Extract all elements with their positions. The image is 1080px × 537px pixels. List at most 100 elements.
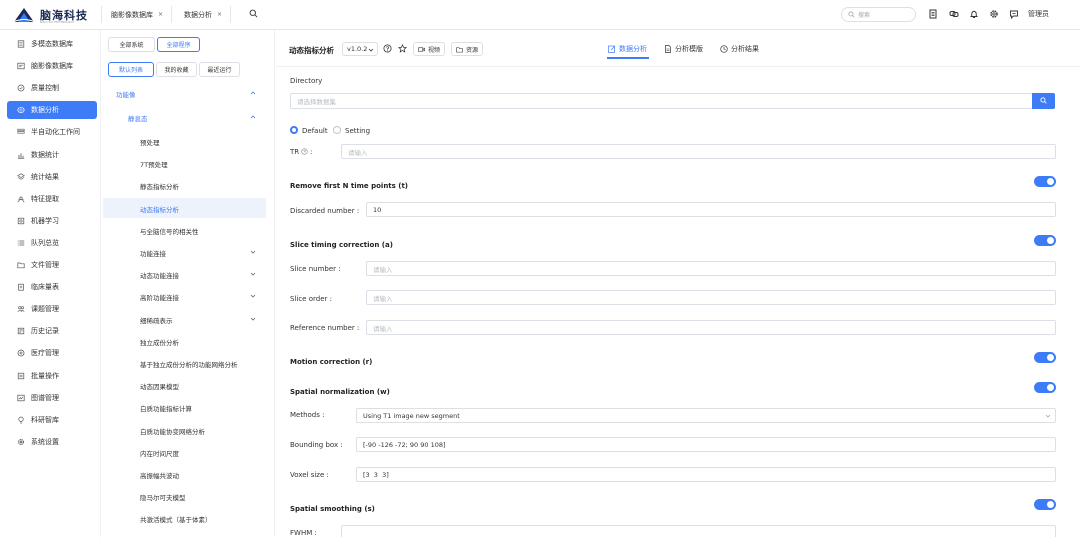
sidebar-item-6[interactable]: 统计结果 [7, 168, 97, 186]
spatial-normalization-toggle[interactable] [1034, 382, 1056, 393]
sidebar-item-4[interactable]: 半自动化工作间 [7, 123, 97, 141]
sidebar-item-0[interactable]: 多模态数据库 [7, 35, 97, 53]
top-bar: 脑海科技 NAO HAI TECHNOLOGY 脑影像数据库 × 数据分析 × … [0, 0, 1080, 30]
bulb-icon [18, 416, 24, 424]
sidebar-item-1[interactable]: 脑影像数据库 [7, 57, 97, 75]
program-item-1[interactable]: 7T预处理 [140, 159, 168, 169]
tab-analysis-template[interactable]: 分析模版 [664, 42, 703, 56]
sidebar-item-8[interactable]: 机器学习 [7, 212, 97, 230]
gear-icon[interactable] [989, 9, 999, 19]
chevron-up-icon[interactable] [250, 90, 256, 96]
edit-icon [608, 45, 616, 53]
help-icon[interactable] [383, 44, 392, 53]
search-placeholder: 搜索 [858, 12, 871, 19]
recent-runs-button[interactable]: 最近运行 [199, 62, 240, 77]
sidebar-item-17[interactable]: 科研智库 [7, 411, 97, 429]
program-item-14[interactable]: 内在时间尺度 [140, 448, 179, 458]
clinical-icon [18, 283, 24, 291]
tab-data-analysis[interactable]: 数据分析 × [184, 0, 222, 29]
user-name[interactable]: 管理员 [1028, 9, 1049, 19]
program-item-0[interactable]: 预处理 [140, 137, 160, 147]
tab-analysis-results[interactable]: 分析结果 [720, 42, 759, 56]
program-item-10[interactable]: 基于独立成份分析的功能网络分析 [140, 359, 238, 369]
slice-number-input[interactable]: 请输入 [366, 261, 1056, 276]
sidebar-item-5[interactable]: 数据统计 [7, 146, 97, 164]
slice-timing-toggle[interactable] [1034, 235, 1056, 246]
tr-input[interactable]: 请输入 [341, 144, 1056, 159]
motion-correction-toggle[interactable] [1034, 352, 1056, 363]
sidebar-item-9[interactable]: 队列总览 [7, 234, 97, 252]
program-item-9[interactable]: 独立成份分析 [140, 337, 179, 347]
sidebar-item-13[interactable]: 历史记录 [7, 322, 97, 340]
tree-group-resting[interactable]: 静息态 [128, 113, 148, 123]
tab-close-icon[interactable]: × [217, 11, 222, 18]
chevron-down-icon[interactable] [250, 293, 256, 299]
program-item-6[interactable]: 动态功能连接 [140, 270, 179, 280]
version-select[interactable]: v1.0.2 [342, 42, 378, 56]
program-item-16[interactable]: 隐马尔可夫模型 [140, 492, 186, 502]
program-item-11[interactable]: 动态因果模型 [140, 381, 179, 391]
help-icon[interactable] [301, 148, 308, 155]
program-item-8[interactable]: 细稀疏表示 [140, 315, 173, 325]
filter-all-programs-button[interactable]: 全部程序 [157, 37, 200, 52]
remove-time-points-toggle[interactable] [1034, 176, 1056, 187]
methods-select[interactable]: Using T1 image new segment [356, 408, 1056, 423]
reference-number-input[interactable]: 请输入 [366, 320, 1056, 335]
voxel-size-input[interactable]: [3 3 3] [356, 467, 1056, 482]
message-icon[interactable] [1009, 9, 1019, 19]
discarded-number-input[interactable]: 10 [366, 202, 1056, 217]
sidebar-item-14[interactable]: 医疗管理 [7, 344, 97, 362]
tab-brain-database[interactable]: 脑影像数据库 × [111, 0, 163, 29]
sidebar-item-2[interactable]: 质量控制 [7, 79, 97, 97]
document-icon[interactable] [928, 9, 938, 19]
program-item-2[interactable]: 静态指标分析 [140, 181, 179, 191]
chevron-up-icon[interactable] [250, 114, 256, 120]
chevron-down-icon[interactable] [250, 249, 256, 255]
tab-close-icon[interactable]: × [158, 11, 163, 18]
sidebar-item-11[interactable]: 临床量表 [7, 278, 97, 296]
link-icon[interactable] [949, 9, 959, 19]
directory-input[interactable]: 请选择数据集 [290, 93, 1033, 109]
sidebar-item-12[interactable]: 课题管理 [7, 300, 97, 318]
chevron-down-icon [368, 48, 374, 52]
resource-button[interactable]: 资源 [451, 42, 484, 56]
panel-search-icon[interactable] [249, 9, 258, 18]
program-item-7[interactable]: 高阶功能连接 [140, 292, 179, 302]
my-favorites-button[interactable]: 我的收藏 [156, 62, 197, 77]
tab-data-analysis-main[interactable]: 数据分析 [608, 42, 647, 56]
tree-group-functional[interactable]: 功能像 [116, 89, 136, 99]
global-search-input[interactable]: 搜索 [841, 7, 916, 22]
program-item-13[interactable]: 白质功能协变网络分析 [140, 426, 205, 436]
bounding-box-input[interactable]: [-90 -126 -72; 90 90 108] [356, 437, 1056, 452]
directory-search-button[interactable] [1032, 93, 1055, 109]
filter-all-systems-button[interactable]: 全部系统 [108, 37, 155, 52]
program-item-15[interactable]: 高振幅共波动 [140, 470, 179, 480]
radio-setting[interactable] [333, 126, 341, 134]
bell-icon[interactable] [969, 9, 979, 19]
sidebar-item-label: 半自动化工作间 [31, 128, 80, 137]
resource-label: 资源 [466, 46, 479, 54]
sidebar-item-16[interactable]: 图谱管理 [7, 389, 97, 407]
program-item-12[interactable]: 白质功能指标计算 [140, 403, 192, 413]
star-icon[interactable] [398, 44, 407, 53]
spatial-smoothing-toggle[interactable] [1034, 499, 1056, 510]
chevron-down-icon[interactable] [250, 316, 256, 322]
program-item-5[interactable]: 功能连接 [140, 248, 166, 258]
reference-number-label: Reference number : [290, 324, 360, 332]
sidebar-item-7[interactable]: 特征提取 [7, 190, 97, 208]
fwhm-input[interactable] [341, 525, 1056, 537]
program-item-17[interactable]: 共激活模式（基于体素） [140, 514, 212, 524]
video-button[interactable]: 视频 [413, 42, 446, 56]
radio-default[interactable] [290, 126, 298, 134]
chevron-down-icon[interactable] [250, 271, 256, 277]
sidebar-item-15[interactable]: 批量操作 [7, 367, 97, 385]
sidebar-item-label: 多模态数据库 [31, 40, 73, 48]
program-item-4[interactable]: 与全脑信号的相关性 [140, 226, 199, 236]
default-list-button[interactable]: 默认列表 [108, 62, 154, 77]
methods-value: Using T1 image new segment [363, 411, 460, 420]
sidebar-item-3[interactable]: 数据分析 [7, 101, 97, 120]
slice-order-input[interactable]: 请输入 [366, 290, 1056, 305]
program-item-3[interactable]: 动态指标分析 [140, 204, 179, 214]
sidebar-item-10[interactable]: 文件管理 [7, 256, 97, 274]
sidebar-item-18[interactable]: 系统设置 [7, 433, 97, 451]
